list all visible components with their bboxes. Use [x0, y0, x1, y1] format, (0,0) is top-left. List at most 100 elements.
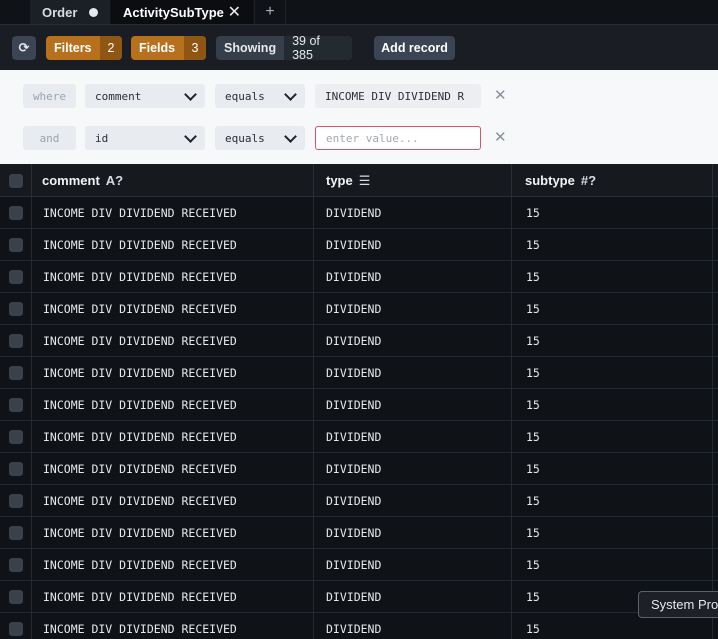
filter-field-select[interactable]: id — [85, 126, 205, 150]
row-select-cell — [0, 549, 32, 580]
type-cell[interactable]: DIVIDEND — [314, 517, 512, 548]
new-tab-button[interactable]: + — [254, 0, 286, 24]
type-cell[interactable]: DIVIDEND — [314, 229, 512, 260]
close-icon[interactable]: ✕ — [228, 2, 241, 22]
comment-cell[interactable]: INCOME DIV DIVIDEND RECEIVED — [32, 421, 314, 452]
table-row[interactable]: INCOME DIV DIVIDEND RECEIVED DIVIDEND 15 — [0, 485, 718, 517]
table-row[interactable]: INCOME DIV DIVIDEND RECEIVED DIVIDEND 15 — [0, 613, 718, 639]
subtype-cell[interactable]: 15 — [512, 357, 713, 388]
subtype-cell[interactable]: 15 — [512, 261, 713, 292]
filter-value-input[interactable]: INCOME DIV DIVIDEND R — [315, 84, 481, 108]
tab-activitysubtype[interactable]: ActivitySubType ✕ — [111, 0, 253, 24]
type-cell[interactable]: DIVIDEND — [314, 197, 512, 228]
remove-filter-icon[interactable]: ✕ — [494, 86, 507, 104]
refresh-button[interactable]: ⟳ — [12, 36, 36, 60]
table-row[interactable]: INCOME DIV DIVIDEND RECEIVED DIVIDEND 15 — [0, 517, 718, 549]
column-label: subtype — [525, 173, 575, 188]
row-checkbox[interactable] — [8, 461, 23, 476]
row-checkbox[interactable] — [8, 525, 23, 540]
type-cell[interactable]: DIVIDEND — [314, 357, 512, 388]
row-checkbox[interactable] — [8, 429, 23, 444]
comment-cell[interactable]: INCOME DIV DIVIDEND RECEIVED — [32, 293, 314, 324]
comment-cell[interactable]: INCOME DIV DIVIDEND RECEIVED — [32, 613, 314, 639]
row-checkbox[interactable] — [8, 397, 23, 412]
fields-button[interactable]: Fields 3 — [131, 36, 206, 60]
comment-cell[interactable]: INCOME DIV DIVIDEND RECEIVED — [32, 197, 314, 228]
subtype-cell[interactable]: 15 — [512, 517, 713, 548]
filter-conjunction[interactable]: and — [23, 126, 76, 150]
filter-operator-select[interactable]: equals — [215, 84, 305, 108]
type-cell[interactable]: DIVIDEND — [314, 421, 512, 452]
subtype-cell[interactable]: 15 — [512, 325, 713, 356]
type-cell[interactable]: DIVIDEND — [314, 453, 512, 484]
subtype-cell[interactable]: 15 — [512, 549, 713, 580]
table-row[interactable]: INCOME DIV DIVIDEND RECEIVED DIVIDEND 15 — [0, 261, 718, 293]
tooltip: System Pro — [638, 591, 718, 618]
type-cell[interactable]: DIVIDEND — [314, 613, 512, 639]
row-checkbox[interactable] — [8, 237, 23, 252]
unsaved-dot-icon[interactable] — [89, 7, 98, 17]
comment-cell[interactable]: INCOME DIV DIVIDEND RECEIVED — [32, 517, 314, 548]
filter-operator-select[interactable]: equals — [215, 126, 305, 150]
type-cell[interactable]: DIVIDEND — [314, 261, 512, 292]
table-row[interactable]: INCOME DIV DIVIDEND RECEIVED DIVIDEND 15 — [0, 197, 718, 229]
row-checkbox[interactable] — [8, 589, 23, 604]
table-row[interactable]: INCOME DIV DIVIDEND RECEIVED DIVIDEND 15 — [0, 389, 718, 421]
comment-cell[interactable]: INCOME DIV DIVIDEND RECEIVED — [32, 229, 314, 260]
row-checkbox[interactable] — [8, 557, 23, 572]
column-header-type[interactable]: type ☰ — [314, 164, 512, 197]
type-cell[interactable]: DIVIDEND — [314, 389, 512, 420]
comment-cell[interactable]: INCOME DIV DIVIDEND RECEIVED — [32, 453, 314, 484]
filter-value-input[interactable]: enter value... — [315, 126, 481, 150]
table-row[interactable]: INCOME DIV DIVIDEND RECEIVED DIVIDEND 15 — [0, 357, 718, 389]
add-record-button[interactable]: Add record — [374, 36, 455, 60]
table-row[interactable]: INCOME DIV DIVIDEND RECEIVED DIVIDEND 15 — [0, 229, 718, 261]
filter-row: where comment equals INCOME DIV DIVIDEND… — [0, 84, 718, 108]
row-checkbox[interactable] — [8, 333, 23, 348]
row-select-cell — [0, 485, 32, 516]
type-cell[interactable]: DIVIDEND — [314, 325, 512, 356]
subtype-cell[interactable]: 15 — [512, 197, 713, 228]
row-checkbox[interactable] — [8, 365, 23, 380]
subtype-cell[interactable]: 15 — [512, 421, 713, 452]
comment-cell[interactable]: INCOME DIV DIVIDEND RECEIVED — [32, 261, 314, 292]
row-checkbox[interactable] — [8, 301, 23, 316]
subtype-cell[interactable]: 15 — [512, 485, 713, 516]
subtype-cell[interactable]: 15 — [512, 229, 713, 260]
row-select-cell — [0, 453, 32, 484]
row-select-cell — [0, 261, 32, 292]
comment-cell[interactable]: INCOME DIV DIVIDEND RECEIVED — [32, 549, 314, 580]
type-cell[interactable]: DIVIDEND — [314, 581, 512, 612]
row-checkbox[interactable] — [8, 269, 23, 284]
row-checkbox[interactable] — [8, 205, 23, 220]
filters-button[interactable]: Filters 2 — [46, 36, 122, 60]
tab-order[interactable]: Order — [30, 0, 110, 24]
comment-cell[interactable]: INCOME DIV DIVIDEND RECEIVED — [32, 325, 314, 356]
table-row[interactable]: INCOME DIV DIVIDEND RECEIVED DIVIDEND 15 — [0, 453, 718, 485]
table-row[interactable]: INCOME DIV DIVIDEND RECEIVED DIVIDEND 15 — [0, 421, 718, 453]
comment-cell[interactable]: INCOME DIV DIVIDEND RECEIVED — [32, 485, 314, 516]
table-row[interactable]: INCOME DIV DIVIDEND RECEIVED DIVIDEND 15 — [0, 293, 718, 325]
type-cell[interactable]: DIVIDEND — [314, 485, 512, 516]
remove-filter-icon[interactable]: ✕ — [494, 128, 507, 146]
table-row[interactable]: INCOME DIV DIVIDEND RECEIVED DIVIDEND 15 — [0, 581, 718, 613]
row-checkbox[interactable] — [8, 493, 23, 508]
comment-cell[interactable]: INCOME DIV DIVIDEND RECEIVED — [32, 581, 314, 612]
comment-cell[interactable]: INCOME DIV DIVIDEND RECEIVED — [32, 357, 314, 388]
subtype-cell[interactable]: 15 — [512, 293, 713, 324]
comment-cell[interactable]: INCOME DIV DIVIDEND RECEIVED — [32, 389, 314, 420]
table-row[interactable]: INCOME DIV DIVIDEND RECEIVED DIVIDEND 15 — [0, 325, 718, 357]
type-cell[interactable]: DIVIDEND — [314, 293, 512, 324]
subtype-cell[interactable]: 15 — [512, 453, 713, 484]
table-row[interactable]: INCOME DIV DIVIDEND RECEIVED DIVIDEND 15 — [0, 549, 718, 581]
column-header-subtype[interactable]: subtype #? — [512, 164, 713, 197]
column-header-comment[interactable]: comment A? — [32, 164, 314, 197]
type-cell[interactable]: DIVIDEND — [314, 549, 512, 580]
filter-field-select[interactable]: comment — [85, 84, 205, 108]
filter-conjunction: where — [23, 84, 76, 108]
subtype-cell[interactable]: 15 — [512, 389, 713, 420]
row-checkbox[interactable] — [8, 621, 23, 636]
filters-count-badge: 2 — [100, 36, 122, 60]
select-all-checkbox[interactable] — [8, 173, 23, 188]
row-select-cell — [0, 325, 32, 356]
